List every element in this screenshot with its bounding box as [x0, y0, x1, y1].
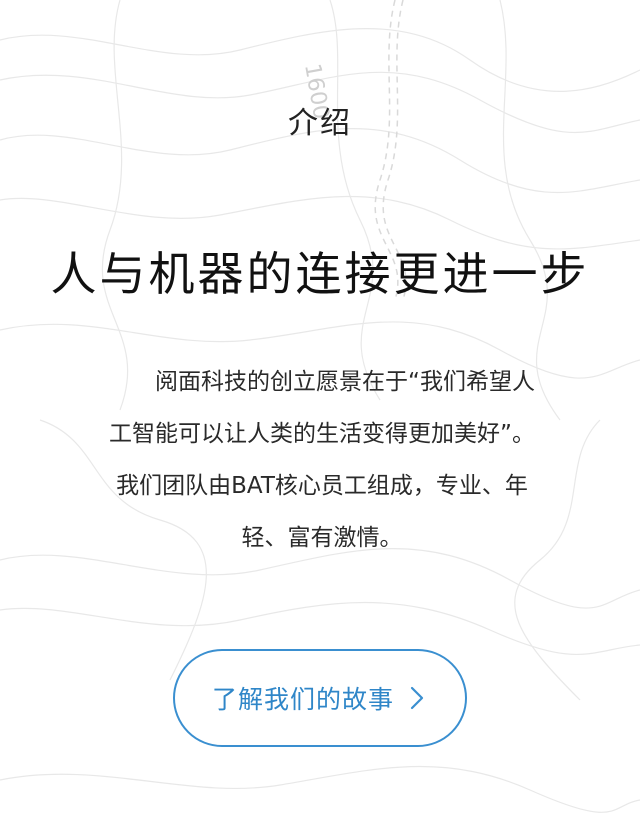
section-title: 介绍 [288, 106, 352, 141]
intro-line: 工智能可以让人类的生活变得更加美好”。 [109, 421, 535, 447]
intro-line: 轻、富有激情。 [241, 525, 403, 551]
intro-page: 1600 介绍 人与机器的连接更进一步 阅面科技的创立愿景在于“我们希望人 工智… [0, 0, 640, 820]
learn-our-story-button[interactable]: 了解我们的故事 [173, 649, 467, 747]
hero-headline: 人与机器的连接更进一步 [50, 247, 590, 301]
learn-our-story-label: 了解我们的故事 [211, 685, 394, 714]
intro-paragraph: 阅面科技的创立愿景在于“我们希望人 工智能可以让人类的生活变得更加美好”。 我们… [54, 356, 590, 564]
intro-line: 阅面科技的创立愿景在于“我们希望人 [155, 369, 535, 395]
intro-line: 我们团队由BAT核心员工组成，专业、年 [116, 473, 528, 499]
chevron-right-icon [410, 686, 424, 710]
